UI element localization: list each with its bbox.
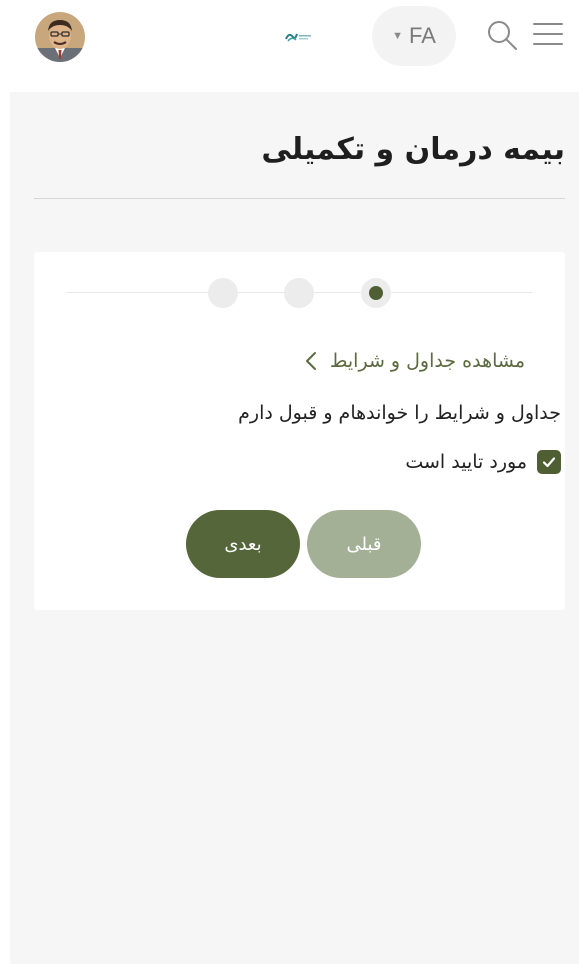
avatar-image — [35, 12, 85, 62]
caret-down-icon: ▼ — [392, 30, 403, 42]
check-icon — [542, 457, 556, 468]
avatar[interactable] — [35, 12, 85, 62]
previous-button[interactable]: قبلی — [307, 510, 421, 578]
confirm-label: مورد تایید است — [405, 451, 527, 473]
language-label: FA — [408, 23, 436, 48]
brand-logo[interactable] — [284, 29, 316, 43]
next-button[interactable]: بعدی — [186, 510, 300, 578]
view-terms-link[interactable]: مشاهده جداول و شرایط — [302, 350, 525, 372]
terms-statement: جداول و شرایط را خواندهام و قبول دارم — [238, 402, 561, 424]
app-header: ▼ FA — [0, 0, 579, 92]
search-icon[interactable] — [485, 18, 519, 52]
step-2-indicator — [284, 278, 314, 308]
hamburger-menu-icon[interactable] — [532, 20, 564, 48]
page-title: بیمه درمان و تکمیلی — [261, 132, 565, 167]
language-selector[interactable]: ▼ FA — [372, 6, 456, 66]
step-3-indicator — [208, 278, 238, 308]
confirm-checkbox[interactable] — [537, 450, 561, 474]
title-divider — [34, 198, 565, 199]
chevron-left-icon — [302, 350, 320, 372]
wizard-card: مشاهده جداول و شرایط جداول و شرایط را خو… — [34, 252, 565, 610]
view-terms-label: مشاهده جداول و شرایط — [329, 350, 525, 372]
main-content: بیمه درمان و تکمیلی مشاهده جداول و شرایط… — [10, 92, 579, 964]
confirm-row[interactable]: مورد تایید است — [405, 450, 561, 474]
step-1-indicator-active — [361, 278, 391, 308]
